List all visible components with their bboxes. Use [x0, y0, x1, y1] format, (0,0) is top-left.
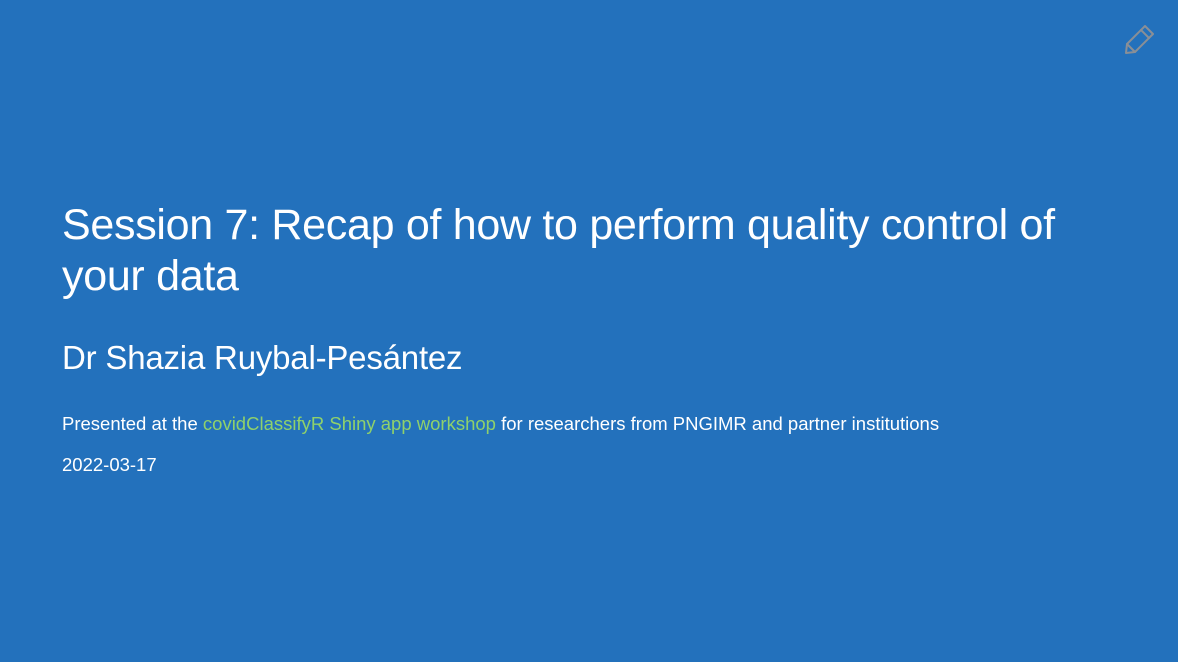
title-slide: Session 7: Recap of how to perform quali…: [0, 0, 1178, 662]
slide-date: 2022-03-17: [62, 454, 157, 475]
presented-suffix: for researchers from PNGIMR and partner …: [495, 413, 940, 434]
presented-prefix: Presented at the: [62, 413, 203, 434]
pencil-icon[interactable]: [1123, 22, 1157, 56]
author-name: Dr Shazia Ruybal-Pesántez: [62, 339, 463, 376]
slide-title: Session 7: Recap of how to perform quali…: [62, 201, 1055, 300]
workshop-link[interactable]: covidClassifyR Shiny app workshop: [203, 413, 496, 434]
slide-content: Session 7: Recap of how to perform quali…: [62, 200, 1122, 477]
presented-line: Presented at the covidClassifyR Shiny ap…: [62, 412, 1122, 436]
